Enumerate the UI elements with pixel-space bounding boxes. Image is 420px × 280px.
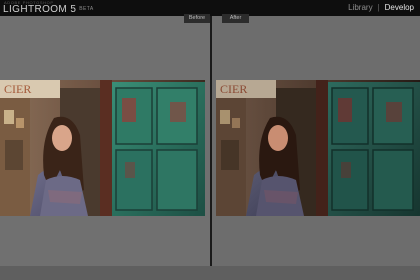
shop-sign-text: CIER (220, 82, 247, 96)
before-photo-image: CIER (0, 80, 205, 216)
module-library[interactable]: Library (348, 3, 372, 12)
app-title: LIGHTROOM 5 BETA (3, 4, 94, 15)
before-label: Before (184, 14, 210, 23)
app-title-text: LIGHTROOM 5 (3, 4, 77, 15)
before-photo[interactable]: CIER (0, 80, 205, 216)
module-separator: | (377, 3, 380, 12)
module-picker: Library | Develop (348, 3, 414, 12)
after-photo-image: CIER (216, 80, 420, 216)
module-develop[interactable]: Develop (385, 3, 414, 12)
shop-sign-text: CIER (4, 82, 31, 96)
beta-badge: BETA (79, 6, 94, 13)
top-bar: ADOBE PHOTOSHOP LIGHTROOM 5 BETA Library |… (0, 0, 420, 16)
bottom-toolbar (0, 266, 420, 280)
after-label: After (222, 14, 249, 23)
after-photo[interactable]: CIER (216, 80, 420, 216)
